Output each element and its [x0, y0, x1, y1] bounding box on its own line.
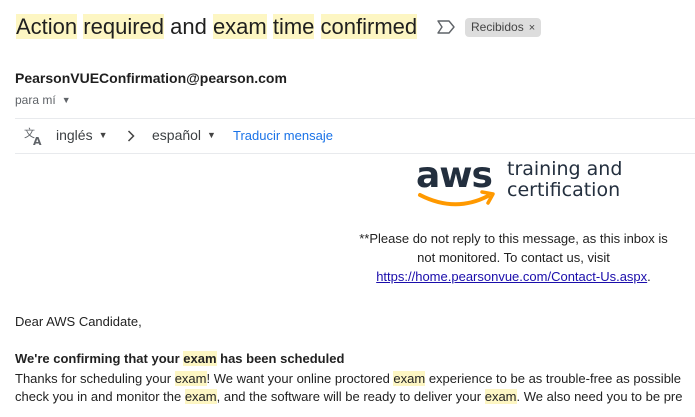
contact-us-link[interactable]: https://home.pearsonvue.com/Contact-Us.a… [376, 269, 647, 284]
translate-icon: 文 A [24, 126, 42, 146]
subject-space [267, 14, 273, 39]
translate-message-link[interactable]: Traducir mensaje [233, 128, 333, 143]
target-language-select[interactable]: español ▼ [152, 127, 216, 143]
subject-word: required [83, 14, 164, 39]
notice-period: . [647, 269, 651, 284]
recipient-label: para mí [15, 93, 56, 107]
aws-smile [418, 193, 490, 207]
paragraph-text: check you in and monitor the [15, 389, 185, 404]
recipient-dropdown-icon[interactable]: ▼ [62, 95, 71, 105]
logo-tagline: training and certification [507, 159, 622, 201]
notice-line: https://home.pearsonvue.com/Contact-Us.a… [340, 267, 687, 286]
headline-text: We're confirming that your [15, 351, 184, 366]
subject-word: and [164, 14, 213, 39]
sender-address: PearsonVUEConfirmation@pearson.com [15, 70, 287, 86]
paragraph-highlight: exam [393, 371, 426, 386]
body-paragraph: Thanks for scheduling your exam! We want… [15, 371, 681, 386]
headline-highlight: exam [183, 351, 217, 366]
subject-word: exam [212, 14, 267, 39]
recipient-details[interactable]: para mí ▼ [15, 93, 71, 107]
remove-label-icon[interactable]: × [529, 22, 535, 34]
inbox-label-chip: Recibidos × [465, 18, 542, 37]
email-subject: Action required and exam time confirmed [16, 12, 418, 42]
target-language-label: español [152, 127, 202, 143]
notice-line: not monitored. To contact us, visit [417, 250, 610, 265]
chevron-down-icon: ▼ [98, 130, 108, 140]
source-language-label: inglés [56, 127, 93, 143]
subject-space [314, 14, 320, 39]
label-chip-text: Recibidos [471, 20, 524, 34]
headline-text: has been scheduled [216, 351, 345, 366]
paragraph-text: Thanks for scheduling your [15, 371, 175, 386]
source-language-select[interactable]: inglés ▼ [56, 127, 108, 143]
paragraph-text: ! We want your online proctored [206, 371, 394, 386]
paragraph-text: . We also need you to be pre [516, 389, 683, 404]
body-paragraph: check you in and monitor the exam, and t… [15, 389, 683, 404]
confirmation-headline: We're confirming that your exam has been… [15, 351, 344, 366]
paragraph-text: , and the software will be ready to deli… [216, 389, 485, 404]
svg-text:A: A [33, 135, 42, 146]
aws-logo: aws [416, 155, 495, 207]
translate-bar: 文 A inglés ▼ español ▼ Traducir mensaje [15, 118, 695, 154]
aws-wordmark: aws [416, 155, 492, 196]
paragraph-highlight: exam [184, 389, 217, 404]
subject-word: time [272, 14, 315, 39]
tagline-line: certification [507, 179, 621, 201]
paragraph-highlight: exam [484, 389, 517, 404]
importance-marker-icon[interactable] [437, 20, 455, 34]
tagline-line: training and [507, 158, 623, 180]
notice-line: **Please do not reply to this message, a… [359, 231, 668, 246]
chevron-down-icon: ▼ [207, 130, 216, 140]
paragraph-highlight: exam [174, 371, 207, 386]
greeting: Dear AWS Candidate, [15, 314, 142, 329]
subject-word: confirmed [320, 14, 418, 39]
paragraph-text: experience to be as trouble-free as poss… [425, 371, 682, 386]
chevron-right-icon [127, 130, 135, 142]
do-not-reply-notice: **Please do not reply to this message, a… [340, 229, 687, 286]
subject-word: Action [16, 14, 78, 39]
